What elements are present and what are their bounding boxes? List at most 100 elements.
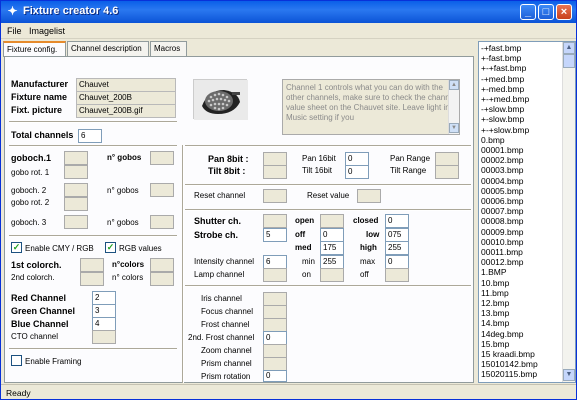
list-item[interactable]: -+slow.bmp [481,104,524,114]
list-item[interactable]: 00011.bmp [481,247,523,257]
n-colors1-field[interactable] [150,258,174,272]
goboch3-field[interactable] [64,215,88,229]
prism-rotation-field[interactable]: 0 [263,370,287,382]
fixture-name-field[interactable]: Chauvet_200B [76,91,176,105]
low-field[interactable]: 075 [385,228,409,242]
pan16-field[interactable]: 0 [345,152,369,166]
cto-channel-field[interactable] [92,330,116,344]
tilt-range-field[interactable] [435,165,459,179]
image-list[interactable]: -+fast.bmp +-fast.bmp +-+fast.bmp -+med.bmp… [478,41,576,383]
list-item[interactable]: 00008.bmp [481,216,524,226]
open-field[interactable] [320,214,344,228]
image-list-scrollbar[interactable]: ▲ ▼ [562,42,575,382]
manufacturer-field[interactable]: Chauvet [76,78,176,92]
list-item[interactable]: +-+med.bmp [481,94,529,104]
reset-channel-field[interactable] [263,189,287,203]
n-gobos2-field[interactable] [150,183,174,197]
total-channels-field[interactable]: 6 [78,129,102,143]
strobe-ch-field[interactable]: 5 [263,228,287,242]
list-item[interactable]: 14.bmp [481,318,509,328]
list-item[interactable]: 1.BMP [481,267,507,277]
intensity-channel-field[interactable]: 6 [263,255,287,269]
colorch2-field[interactable] [80,272,104,286]
min-field[interactable]: 255 [320,255,344,269]
tilt16-field[interactable]: 0 [345,165,369,179]
list-item[interactable]: 00010.bmp [481,237,524,247]
list-item[interactable]: 00006.bmp [481,196,524,206]
list-item[interactable]: 00004.bmp [481,176,524,186]
on-field[interactable] [320,268,344,282]
list-item[interactable]: 12.bmp [481,298,509,308]
off2-field[interactable] [385,268,409,282]
scroll-down-icon[interactable]: ▼ [563,369,575,381]
list-item[interactable]: 15020115.bmp [481,369,537,379]
scroll-up-icon[interactable]: ▲ [563,42,575,54]
list-item[interactable]: +-+fast.bmp [481,63,526,73]
n-gobos3-field[interactable] [150,215,174,229]
reset-value-field[interactable] [357,189,381,203]
n-colors2-field[interactable] [150,272,174,286]
scroll-down-icon[interactable]: ▼ [449,123,459,133]
colorch1-field[interactable] [80,258,104,272]
list-item[interactable]: +-fast.bmp [481,53,521,63]
scroll-thumb[interactable] [563,54,575,68]
list-item[interactable]: 00012.bmp [481,257,524,267]
list-item[interactable]: 00002.bmp [481,155,524,165]
maximize-button[interactable]: □ [538,4,554,20]
list-item[interactable]: 15010142.bmp [481,359,538,369]
scroll-up-icon[interactable]: ▲ [449,80,459,90]
goboch1-field[interactable] [64,151,88,165]
green-channel-field[interactable]: 3 [92,304,116,318]
list-item[interactable]: 00003.bmp [481,165,524,175]
pan-range-field[interactable] [435,152,459,166]
tab-channel-description[interactable]: Channel description [67,41,149,56]
red-channel-field[interactable]: 2 [92,291,116,305]
list-item[interactable]: +-+slow.bmp [481,125,529,135]
pan8-field[interactable] [263,152,287,166]
max-field[interactable]: 0 [385,255,409,269]
menu-imagelist[interactable]: Imagelist [29,26,65,36]
rgb-values-checkbox[interactable]: ✓ [105,242,116,253]
goboch2-field[interactable] [64,183,88,197]
frost-channel-field[interactable] [263,318,287,332]
menu-file[interactable]: File [7,26,22,36]
list-item[interactable]: 14deg.bmp [481,329,524,339]
list-item[interactable]: 00009.bmp [481,227,524,237]
list-item[interactable]: -+fast.bmp [481,43,521,53]
list-item[interactable]: 11.bmp [481,288,509,298]
memo-scrollbar[interactable]: ▲ ▼ [448,80,459,134]
description-memo[interactable]: Channel 1 controls what you can do with … [282,79,460,135]
iris-channel-field[interactable] [263,292,287,306]
list-item[interactable]: 00007.bmp [481,206,524,216]
gobo-rot1-field[interactable] [64,165,88,179]
tab-fixture-config[interactable]: Fixture config. [3,41,66,57]
focus-channel-field[interactable] [263,305,287,319]
list-item[interactable]: 00005.bmp [481,186,524,196]
lamp-channel-field[interactable] [263,268,287,282]
med-field[interactable]: 175 [320,241,344,255]
list-item[interactable]: 15 kraadi.bmp [481,349,535,359]
list-item[interactable]: 13.bmp [481,308,509,318]
prism-channel-field[interactable] [263,357,287,371]
enable-framing-checkbox[interactable] [11,355,22,366]
list-item[interactable]: -+med.bmp [481,74,524,84]
minimize-button[interactable]: _ [520,4,536,20]
list-item[interactable]: 15.bmp [481,339,509,349]
enable-cmy-checkbox[interactable]: ✓ [11,242,22,253]
frost2-channel-field[interactable]: 0 [263,331,287,345]
shutter-ch-field[interactable] [263,214,287,228]
blue-channel-field[interactable]: 4 [92,317,116,331]
close-button[interactable]: × [556,4,572,20]
tilt8-field[interactable] [263,165,287,179]
list-item[interactable]: 10.bmp [481,278,509,288]
list-item[interactable]: +-med.bmp [481,84,524,94]
list-item[interactable]: 0.bmp [481,135,505,145]
n-gobos1-field[interactable] [150,151,174,165]
fixt-picture-field[interactable]: Chauvet_200B.gif [76,104,176,118]
list-item[interactable]: +-slow.bmp [481,114,524,124]
list-item[interactable]: 00001.bmp [481,145,524,155]
off-field[interactable]: 0 [320,228,344,242]
zoom-channel-field[interactable] [263,344,287,358]
closed-field[interactable]: 0 [385,214,409,228]
title-bar[interactable]: ✦ Fixture creator 4.6 _ □ × [1,1,576,23]
